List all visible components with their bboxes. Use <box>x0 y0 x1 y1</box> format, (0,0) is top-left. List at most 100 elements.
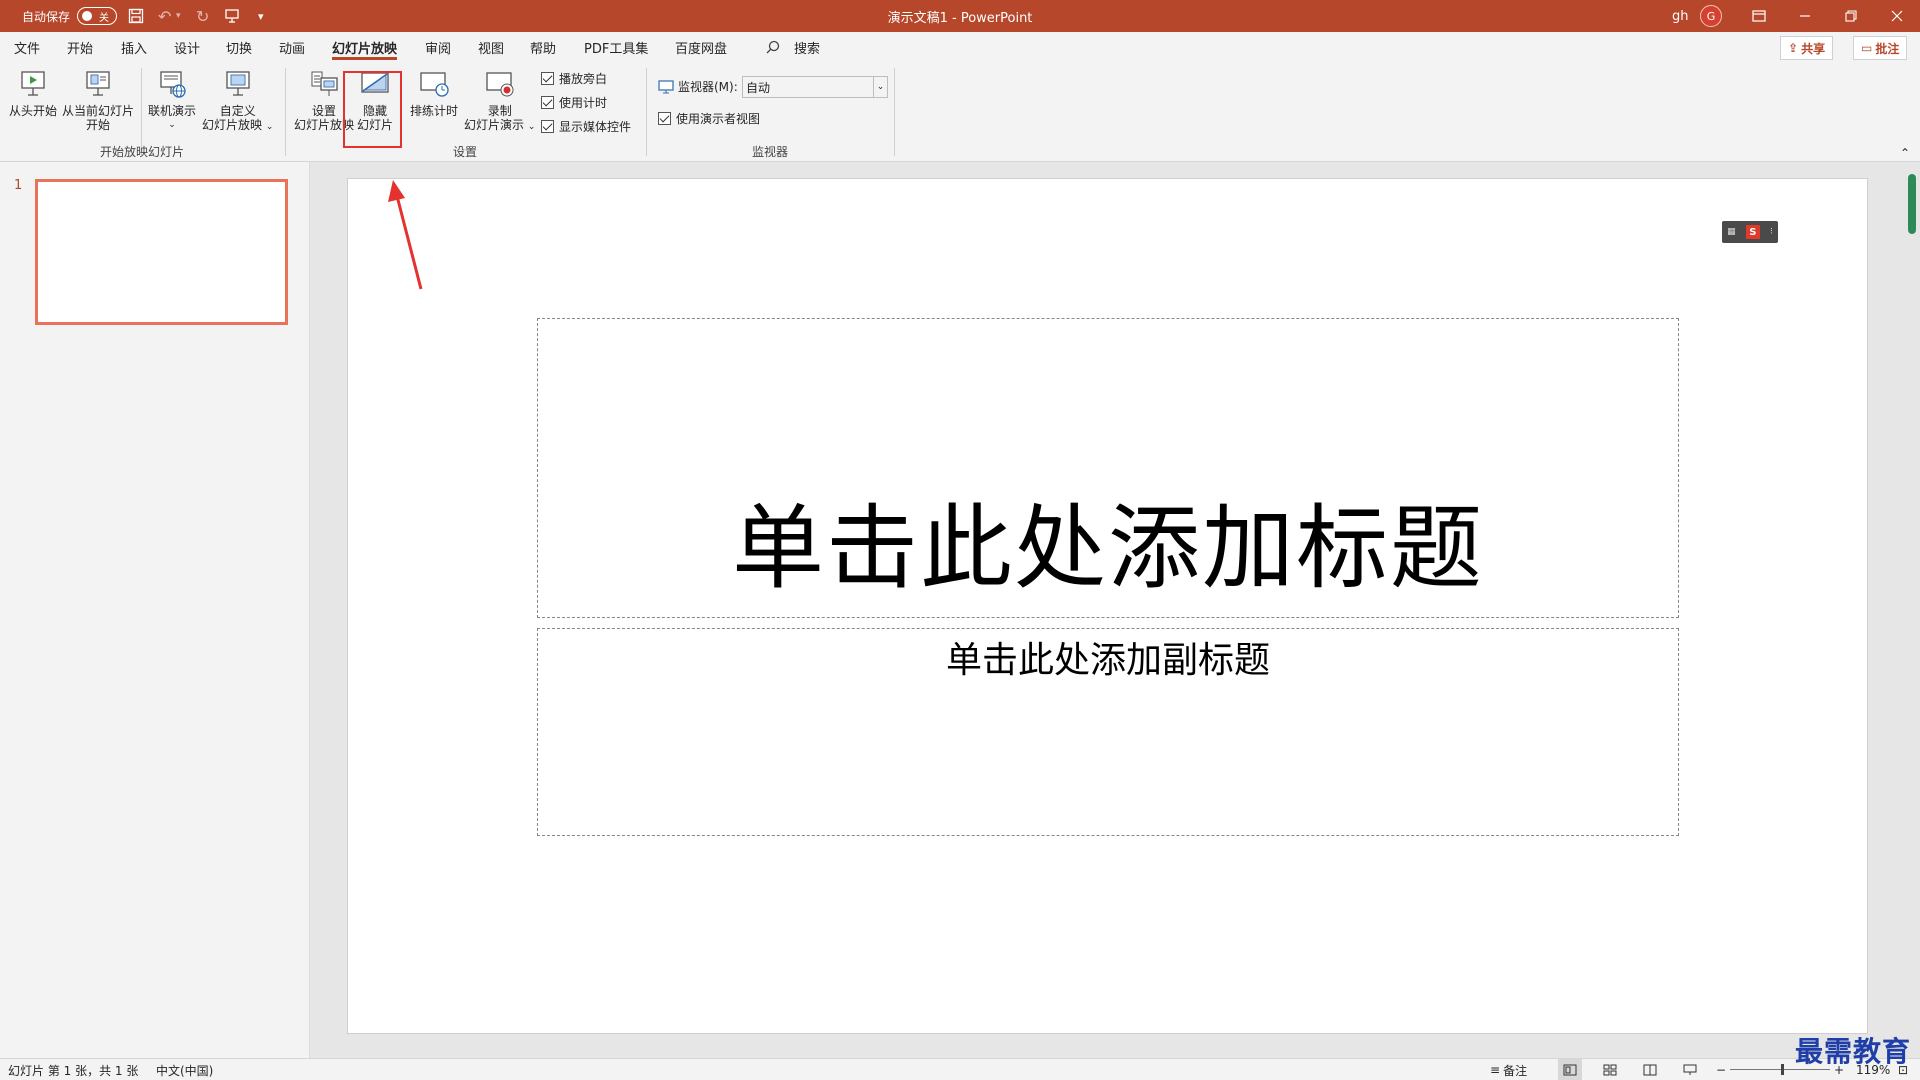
ribbon-display-options-icon[interactable] <box>1736 0 1782 32</box>
custom-slide-show-button[interactable]: 自定义 幻灯片放映 ⌄ <box>202 68 273 134</box>
share-button[interactable]: ⇪ 共享 <box>1780 36 1834 60</box>
share-icon: ⇪ <box>1788 41 1799 55</box>
show-media-controls-checkbox[interactable]: 显示媒体控件 <box>541 118 631 135</box>
normal-view-icon[interactable] <box>1558 1059 1582 1080</box>
presenter-view-checkbox[interactable]: 使用演示者视图 <box>658 110 760 127</box>
slide-show-view-icon[interactable] <box>1678 1059 1702 1080</box>
document-title: 演示文稿1 - PowerPoint <box>887 10 1033 26</box>
separator <box>646 68 647 156</box>
subtitle-placeholder[interactable]: 单击此处添加副标题 <box>537 628 1679 836</box>
search-box[interactable]: 搜索 <box>794 32 820 62</box>
ime-toolbar[interactable]: ▦ S ⁝ <box>1722 221 1778 243</box>
tab-animations[interactable]: 动画 <box>279 32 305 62</box>
custom-label-2-text: 幻灯片放映 <box>202 118 263 132</box>
zoom-slider-thumb[interactable] <box>1781 1064 1784 1075</box>
checkbox-checked-icon[interactable] <box>541 72 554 85</box>
play-narrations-checkbox[interactable]: 播放旁白 <box>541 70 607 87</box>
setup-label-1: 设置 <box>312 104 337 118</box>
tab-baidu-netdisk[interactable]: 百度网盘 <box>675 32 727 62</box>
group-label-start-slideshow: 开始放映幻灯片 <box>100 145 185 159</box>
monitor-select-value: 自动 <box>746 80 771 95</box>
autosave-state: 关 <box>99 13 109 24</box>
online-present-dropdown-icon[interactable]: ⌄ <box>168 118 176 132</box>
monitor-select[interactable]: 自动 ⌄ <box>742 76 888 98</box>
record-label-2: 幻灯片演示 ⌄ <box>464 118 535 134</box>
play-narrations-label: 播放旁白 <box>559 72 608 86</box>
customize-qat-icon[interactable]: ▾ <box>258 0 264 32</box>
checkbox-checked-icon[interactable] <box>541 96 554 109</box>
title-placeholder-text: 单击此处添加标题 <box>731 495 1484 602</box>
rehearse-timings-icon <box>420 72 449 97</box>
from-beginning-button[interactable]: 从头开始 <box>9 68 57 118</box>
notes-button[interactable]: ≡ 备注 <box>1490 1059 1527 1080</box>
comments-label: 批注 <box>1875 41 1900 56</box>
tab-insert[interactable]: 插入 <box>121 32 147 62</box>
setup-slide-show-icon <box>311 71 338 96</box>
from-current-slide-icon <box>86 71 110 96</box>
toggle-knob <box>82 11 92 21</box>
ribbon-tabs: 文件 开始 插入 设计 切换 动画 幻灯片放映 审阅 视图 帮助 PDF工具集 … <box>0 32 1920 62</box>
use-timings-checkbox[interactable]: 使用计时 <box>541 94 607 111</box>
comments-button[interactable]: ▭ 批注 <box>1853 36 1908 60</box>
monitor-icon <box>658 79 674 93</box>
sogou-ime-icon[interactable]: S <box>1745 225 1760 239</box>
tab-transitions[interactable]: 切换 <box>226 32 252 62</box>
ime-menu-icon[interactable]: ⁝ <box>1770 227 1773 237</box>
record-slide-show-button[interactable]: 录制 幻灯片演示 ⌄ <box>464 68 535 134</box>
watermark: 最需教育 <box>1795 1035 1912 1068</box>
custom-label-2: 幻灯片放映 ⌄ <box>202 118 273 134</box>
autosave-toggle[interactable]: 关 <box>77 7 117 25</box>
slide-thumbnail[interactable] <box>35 179 288 325</box>
record-icon <box>486 72 514 97</box>
show-media-controls-label: 显示媒体控件 <box>559 120 632 134</box>
slide-number: 1 <box>14 178 23 193</box>
presenter-view-label: 使用演示者视图 <box>676 112 761 126</box>
restore-icon[interactable] <box>1828 0 1874 32</box>
search-icon[interactable] <box>766 32 780 62</box>
slide-count-status: 幻灯片 第 1 张，共 1 张 <box>8 1063 139 1078</box>
undo-icon[interactable]: ↶ <box>158 0 171 32</box>
language-status[interactable]: 中文(中国) <box>156 1059 213 1080</box>
tab-file[interactable]: 文件 <box>14 32 40 62</box>
undo-dropdown-icon[interactable]: ▾ <box>176 0 181 32</box>
notes-label: 备注 <box>1503 1063 1528 1078</box>
custom-dropdown-icon[interactable]: ⌄ <box>266 122 274 132</box>
status-bar: 幻灯片 第 1 张，共 1 张 中文(中国) ≡ 备注 − + 119% ⊡ <box>0 1058 1920 1080</box>
custom-label-1: 自定义 <box>219 104 256 118</box>
chevron-down-icon[interactable]: ⌄ <box>873 77 887 97</box>
tab-pdf-tools[interactable]: PDF工具集 <box>584 32 648 62</box>
from-beginning-icon <box>21 71 45 96</box>
tab-home[interactable]: 开始 <box>67 32 93 62</box>
rehearse-timings-label: 排练计时 <box>410 104 459 118</box>
avatar[interactable]: G <box>1700 5 1722 27</box>
tab-help[interactable]: 帮助 <box>530 32 556 62</box>
rehearse-timings-button[interactable]: 排练计时 <box>410 68 458 118</box>
minimize-icon[interactable] <box>1782 0 1828 32</box>
title-placeholder[interactable]: 单击此处添加标题 <box>537 318 1679 618</box>
tab-view[interactable]: 视图 <box>478 32 504 62</box>
online-present-button[interactable]: 联机演示 ⌄ <box>148 68 196 132</box>
keyboard-icon[interactable]: ▦ <box>1727 227 1736 237</box>
group-label-setup: 设置 <box>453 145 478 159</box>
zoom-out-button[interactable]: − <box>1716 1059 1726 1080</box>
autosave-label: 自动保存 <box>22 9 71 24</box>
from-current-slide-button[interactable]: 从当前幻灯片 开始 <box>62 68 134 132</box>
tab-review[interactable]: 审阅 <box>425 32 451 62</box>
vertical-scrollbar[interactable] <box>1908 174 1916 234</box>
notes-icon: ≡ <box>1490 1063 1501 1077</box>
checkbox-checked-icon[interactable] <box>658 112 671 125</box>
tab-design[interactable]: 设计 <box>174 32 200 62</box>
collapse-ribbon-icon[interactable]: ⌃ <box>1900 146 1910 160</box>
user-name[interactable]: gh <box>1672 0 1689 32</box>
tab-slide-show[interactable]: 幻灯片放映 <box>332 32 398 62</box>
reading-view-icon[interactable] <box>1638 1059 1662 1080</box>
close-icon[interactable] <box>1874 0 1920 32</box>
save-icon[interactable] <box>128 0 144 32</box>
checkbox-checked-icon[interactable] <box>541 120 554 133</box>
use-timings-label: 使用计时 <box>559 96 608 110</box>
slide-sorter-icon[interactable] <box>1598 1059 1622 1080</box>
present-icon[interactable] <box>224 0 240 32</box>
online-present-icon <box>160 71 186 98</box>
record-dropdown-icon[interactable]: ⌄ <box>528 122 536 132</box>
redo-icon[interactable]: ↻ <box>196 0 209 32</box>
